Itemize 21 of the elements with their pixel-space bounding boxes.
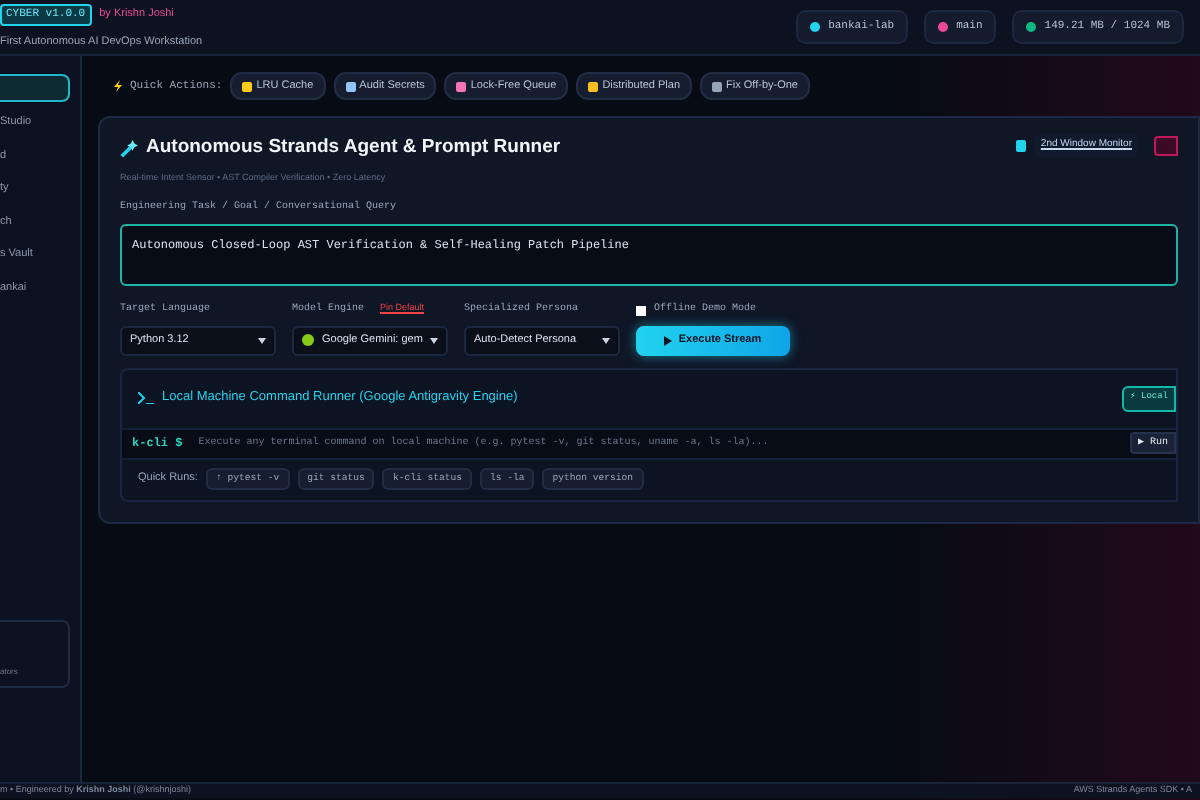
offline-checkbox[interactable]: [636, 305, 646, 315]
dot-icon: [938, 22, 949, 32]
caret-icon: [430, 337, 438, 344]
sidebar-item[interactable]: [0, 74, 70, 102]
wand-icon: [120, 139, 138, 158]
monitor-icon: [1016, 140, 1027, 152]
runner-title: Autonomous Strands Agent & Prompt Runner: [146, 134, 561, 163]
terminal-icon: [138, 392, 154, 405]
square-icon: [456, 81, 467, 92]
bolt-icon: [114, 80, 122, 93]
status-badge: [1154, 136, 1178, 156]
play-icon: [664, 335, 673, 346]
square-icon: [345, 81, 356, 92]
square-icon: [712, 81, 723, 92]
status-dot-icon: [302, 334, 314, 347]
caret-icon: [258, 337, 266, 344]
dot-icon: [1026, 22, 1037, 32]
dot-icon: [810, 22, 821, 32]
caret-icon: [602, 337, 610, 344]
square-icon: [588, 81, 599, 92]
square-icon: [242, 81, 253, 92]
